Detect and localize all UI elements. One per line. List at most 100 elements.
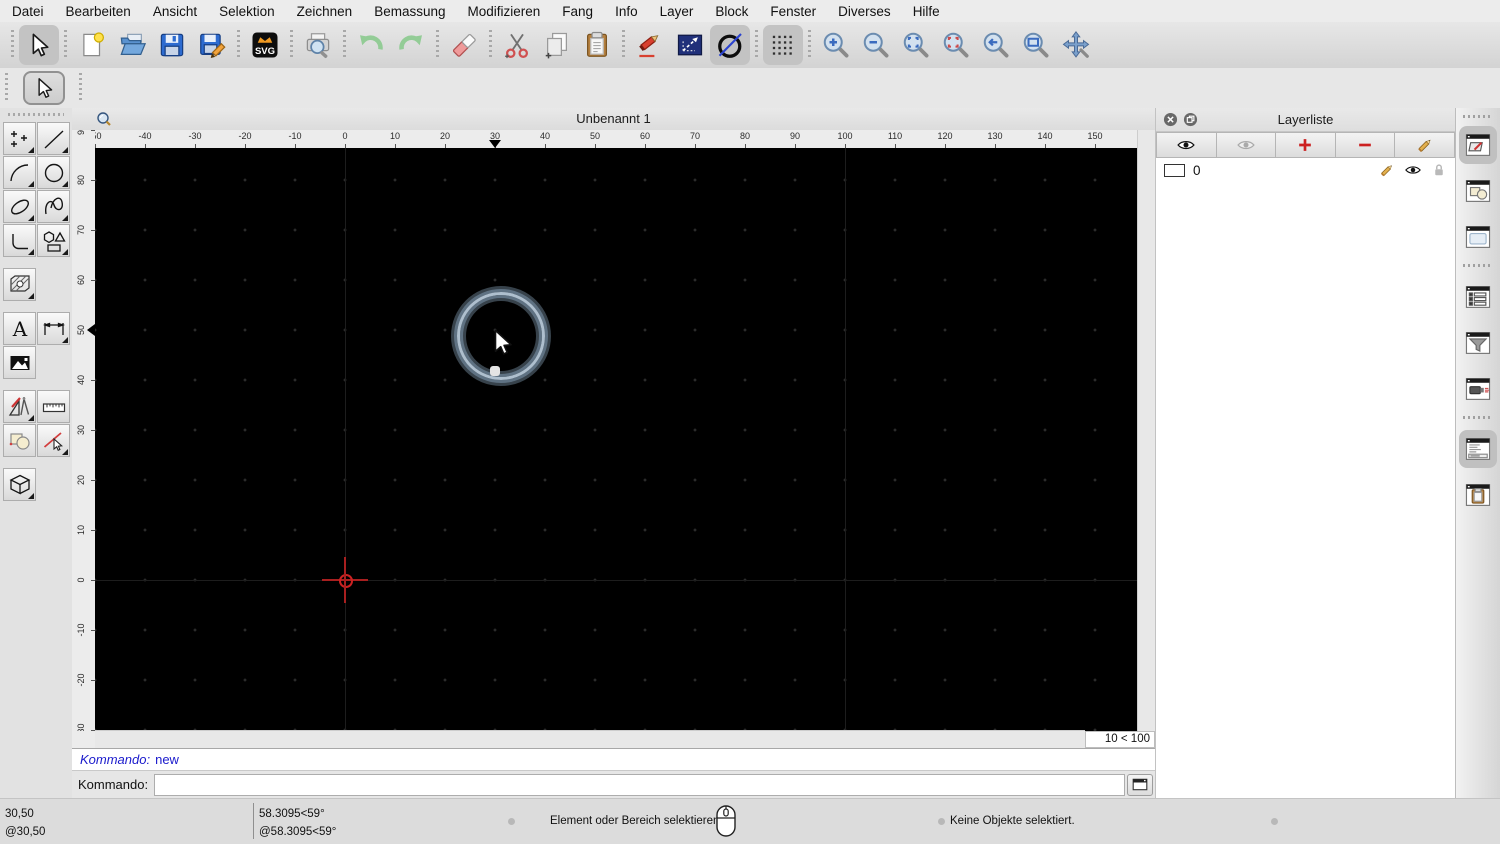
paste-button[interactable] <box>577 25 617 65</box>
block-list-panel-button[interactable] <box>1459 172 1497 210</box>
selection-pointer-button[interactable] <box>19 25 59 65</box>
selection-filter-panel-icon <box>1459 324 1497 362</box>
add-layer-button[interactable] <box>1276 132 1336 158</box>
menu-fenster[interactable]: Fenster <box>770 4 816 19</box>
menu-layer[interactable]: Layer <box>660 4 694 19</box>
command-line-panel-button[interactable] <box>1459 430 1497 468</box>
draw-edit-icon <box>635 30 665 60</box>
reference-point-handle[interactable] <box>490 366 500 376</box>
image-tool-button[interactable] <box>3 346 36 379</box>
view-list-panel-button[interactable] <box>1459 218 1497 256</box>
menu-hilfe[interactable]: Hilfe <box>913 4 940 19</box>
menu-selektion[interactable]: Selektion <box>219 4 275 19</box>
save-button[interactable] <box>152 25 192 65</box>
toolbar-drag-handle[interactable] <box>11 30 14 60</box>
circle-tools-button[interactable] <box>37 156 70 189</box>
panel-float-button[interactable] <box>1183 112 1198 127</box>
hide-all-layers-button[interactable] <box>1216 132 1277 158</box>
drawing-canvas[interactable] <box>95 148 1138 731</box>
dock-separator <box>1463 416 1493 419</box>
document-title-bar[interactable]: Unbenannt 1 <box>72 108 1155 131</box>
zoom-out-button[interactable] <box>856 25 896 65</box>
new-document-icon <box>77 30 107 60</box>
ruler-label: 80 <box>76 175 86 186</box>
text-tool-button[interactable]: A <box>3 312 36 345</box>
menu-diverses[interactable]: Diverses <box>838 4 891 19</box>
spline-tools-button[interactable] <box>37 190 70 223</box>
command-window-button[interactable] <box>1127 773 1153 796</box>
new-document-button[interactable] <box>72 25 112 65</box>
cut-icon <box>502 30 532 60</box>
layer-list-panel-button[interactable] <box>1459 126 1497 164</box>
open-document-icon <box>117 30 147 60</box>
zoom-in-button[interactable] <box>816 25 856 65</box>
zoom-previous-button[interactable] <box>936 25 976 65</box>
point-tools-button[interactable] <box>3 122 36 155</box>
svg-export-button[interactable]: SVG <box>245 25 285 65</box>
menu-datei[interactable]: Datei <box>12 4 44 19</box>
line-tools-button[interactable] <box>37 122 70 155</box>
menu-block[interactable]: Block <box>715 4 748 19</box>
command-history-label: Kommando: <box>80 752 151 767</box>
arc-tools-button[interactable] <box>3 156 36 189</box>
print-preview-button[interactable] <box>298 25 338 65</box>
show-all-layers-button[interactable] <box>1156 132 1217 158</box>
toolbar-drag-handle[interactable] <box>5 73 8 103</box>
ruler-label: 80 <box>739 131 750 141</box>
remove-layer-button[interactable] <box>1335 132 1396 158</box>
library-browser-panel-button[interactable] <box>1459 278 1497 316</box>
trim-tools-button[interactable] <box>37 424 70 457</box>
solid-tools-button[interactable] <box>3 468 36 501</box>
command-input[interactable] <box>154 773 1125 796</box>
menu-modifizieren[interactable]: Modifizieren <box>468 4 541 19</box>
menu-bearbeiten[interactable]: Bearbeiten <box>66 4 131 19</box>
panel-close-button[interactable] <box>1163 112 1178 127</box>
command-line: Kommando: <box>72 770 1155 798</box>
zoom-window-button[interactable] <box>1016 25 1056 65</box>
grid-toggle-button[interactable] <box>763 25 803 65</box>
copy-button[interactable] <box>537 25 577 65</box>
dimension-tools-button[interactable] <box>37 312 70 345</box>
layer-row[interactable]: 0 <box>1156 158 1455 182</box>
zoom-back-button[interactable] <box>976 25 1016 65</box>
hatch-tools-button[interactable] <box>3 268 36 301</box>
misc-draw-tools-button[interactable] <box>3 390 36 423</box>
zoom-auto-button[interactable] <box>896 25 936 65</box>
selection-filter-panel-button[interactable] <box>1459 324 1497 362</box>
edit-layer-button[interactable] <box>1395 132 1455 158</box>
ellipse-tools-button[interactable] <box>3 190 36 223</box>
undo-button[interactable] <box>351 25 391 65</box>
circle-tool-button[interactable] <box>710 25 750 65</box>
shape-tools-button[interactable] <box>37 224 70 257</box>
redo-button[interactable] <box>391 25 431 65</box>
modify-tools-button[interactable] <box>3 424 36 457</box>
clipboard-panel-button[interactable] <box>1459 476 1497 514</box>
command-window-icon <box>1132 778 1148 791</box>
block-list-panel-icon <box>1459 172 1497 210</box>
measure-distance-button[interactable] <box>670 25 710 65</box>
polyline-tools-button[interactable] <box>3 224 36 257</box>
draw-edit-button[interactable] <box>630 25 670 65</box>
edit-layer-icon[interactable] <box>1377 160 1397 180</box>
menu-info[interactable]: Info <box>615 4 638 19</box>
svg-text:SVG: SVG <box>255 46 275 57</box>
delete-erase-button[interactable] <box>444 25 484 65</box>
open-document-button[interactable] <box>112 25 152 65</box>
ruler-label: 60 <box>639 131 650 141</box>
palette-drag-handle[interactable] <box>8 113 64 116</box>
menu-zeichnen[interactable]: Zeichnen <box>297 4 353 19</box>
zoom-pan-button[interactable] <box>1056 25 1096 65</box>
vertical-scrollbar[interactable] <box>1137 130 1155 731</box>
menu-bemassung[interactable]: Bemassung <box>374 4 445 19</box>
dock-drag-handle[interactable] <box>1463 115 1493 118</box>
layer-lock-icon[interactable] <box>1429 160 1449 180</box>
horizontal-scrollbar[interactable] <box>95 730 1085 748</box>
lamp-panel-button[interactable] <box>1459 370 1497 408</box>
layer-visibility-icon[interactable] <box>1403 160 1423 180</box>
measure-tools-button[interactable] <box>37 390 70 423</box>
menu-fang[interactable]: Fang <box>562 4 593 19</box>
selection-tool-button[interactable] <box>23 71 65 105</box>
cut-button[interactable] <box>497 25 537 65</box>
menu-ansicht[interactable]: Ansicht <box>153 4 197 19</box>
save-as-button[interactable] <box>192 25 232 65</box>
